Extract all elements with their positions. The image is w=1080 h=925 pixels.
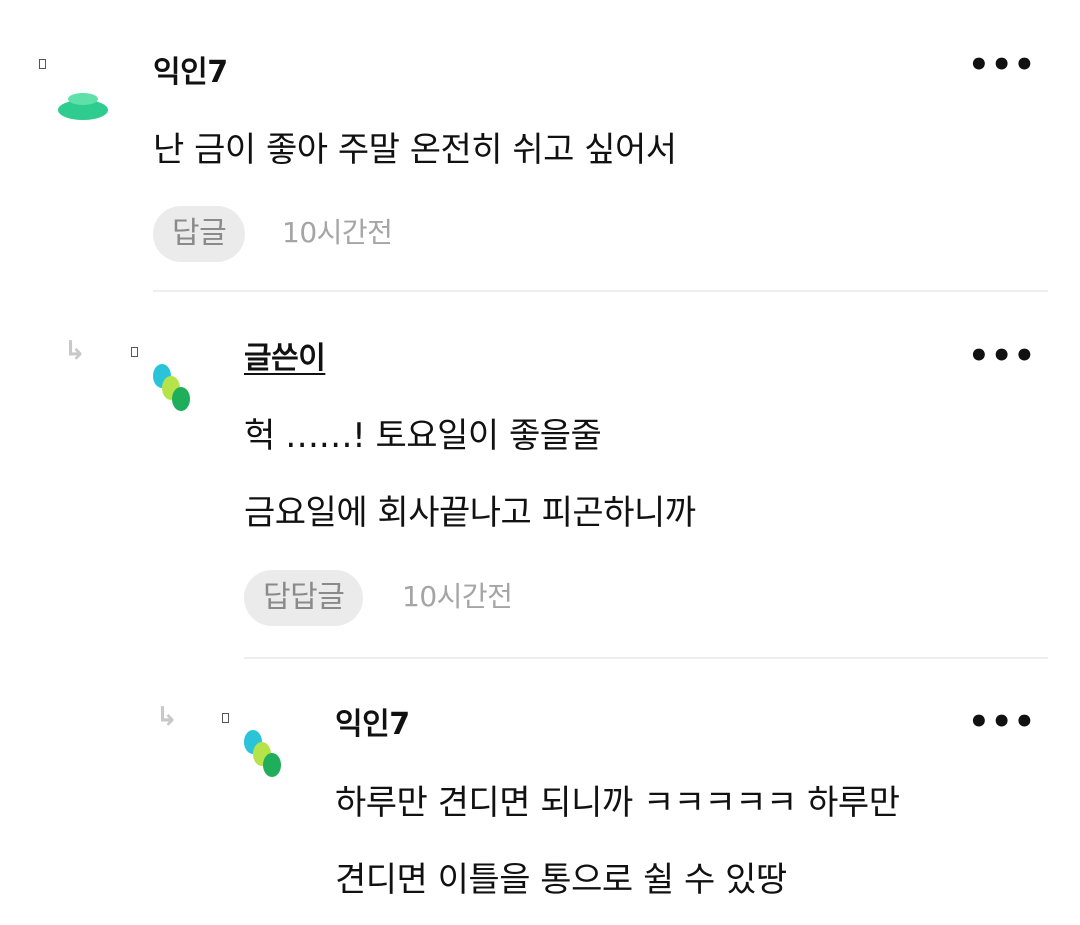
author-name[interactable]: 글쓴이 [244, 344, 326, 374]
comment-item: ↳ 익인7 ••• 하루만 견디면 되니까 ㅋㅋㅋㅋㅋ 하루만 견디면 이틀을 … [0, 658, 1080, 925]
more-options-icon[interactable]: ••• [968, 705, 1036, 739]
reply-button[interactable]: 답답글 [244, 570, 364, 626]
comment-text: 난 금이 좋아 주말 온전히 쉬고 싶어서 [153, 130, 677, 170]
author-name[interactable]: 익인7 [335, 710, 410, 740]
green-disc-avatar-icon[interactable] [57, 88, 109, 122]
overlapping-circles-avatar-icon[interactable] [150, 362, 196, 416]
badge-icon [222, 713, 229, 723]
timestamp: 10시간전 [402, 580, 513, 613]
comment-text-line-1: 헉 ……! 토요일이 좋을줄 [244, 416, 602, 456]
reply-button[interactable]: 답글 [153, 206, 246, 262]
comment-text-line-2: 견디면 이틀을 통으로 쉴 수 있땅 [335, 860, 787, 900]
badge-icon [131, 347, 138, 357]
comment-item: 익인7 ••• 난 금이 좋아 주말 온전히 쉬고 싶어서 답글 10시간전 [0, 0, 1080, 292]
comment-text-line-2: 금요일에 회사끝나고 피곤하니까 [244, 493, 696, 533]
author-name[interactable]: 익인7 [153, 58, 228, 88]
timestamp: 10시간전 [282, 216, 393, 249]
comment-item: ↳ 글쓴이 ••• 헉 ……! 토요일이 좋을줄 금요일에 회사끝나고 피곤하니… [0, 292, 1080, 659]
overlapping-circles-avatar-icon[interactable] [241, 728, 287, 782]
comment-text-line-1: 하루만 견디면 되니까 ㅋㅋㅋㅋㅋ 하루만 [335, 783, 900, 823]
reply-arrow-icon: ↳ [64, 336, 86, 366]
more-options-icon[interactable]: ••• [968, 48, 1036, 82]
more-options-icon[interactable]: ••• [968, 339, 1036, 373]
reply-arrow-icon: ↳ [156, 702, 178, 732]
badge-icon [39, 59, 46, 69]
